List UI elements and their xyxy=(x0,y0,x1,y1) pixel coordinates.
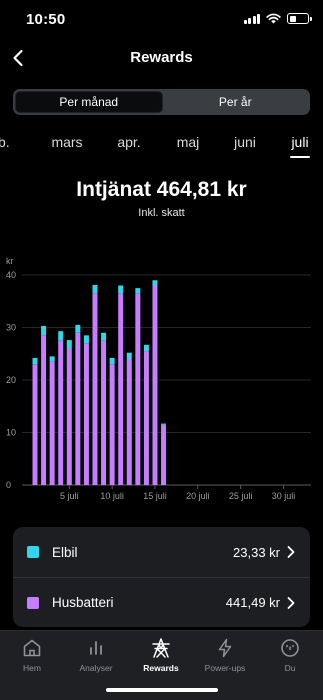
rewards-tower-icon xyxy=(152,638,170,658)
daily-rewards-chart: kr 0 10 20 30 40 5 juli 10 juli 15 juli 20 juli 25… xyxy=(6,256,311,501)
month-feb[interactable]: feb. xyxy=(0,134,10,150)
bar-husbatteri xyxy=(109,364,115,485)
husbatteri-color-swatch xyxy=(27,596,39,609)
bar-elbil xyxy=(152,280,158,286)
tab-power-ups[interactable]: Power-ups xyxy=(193,637,257,673)
y-axis-unit-label: kr xyxy=(6,256,14,266)
wifi-icon xyxy=(266,13,281,24)
x-tick-label: 30 juli xyxy=(272,491,296,501)
bar-husbatteri xyxy=(152,285,158,485)
month-juni[interactable]: juni xyxy=(234,134,256,150)
bar-husbatteri xyxy=(75,332,81,485)
bar-elbil xyxy=(66,340,72,349)
bar-husbatteri xyxy=(135,293,141,485)
status-bar: 10:50 xyxy=(0,0,323,40)
breakdown-value: 23,33 kr xyxy=(233,544,280,560)
per-year-segment[interactable]: Per år xyxy=(163,91,309,113)
per-month-segment[interactable]: Per månad xyxy=(15,91,163,113)
bar-husbatteri xyxy=(58,340,64,485)
bar-husbatteri xyxy=(118,293,124,485)
tab-rewards[interactable]: Rewards xyxy=(129,637,193,673)
bar-elbil xyxy=(109,357,115,365)
bar-elbil xyxy=(143,344,149,352)
tab-label: Analyser xyxy=(79,663,113,673)
earned-total: Intjänat 464,81 kr xyxy=(76,178,247,201)
bar-elbil xyxy=(83,335,89,344)
bar-elbil xyxy=(101,332,107,341)
bar-husbatteri xyxy=(66,348,72,485)
x-tick-label: 15 juli xyxy=(143,491,167,501)
status-icons xyxy=(243,13,312,24)
page-title: Rewards xyxy=(130,49,193,66)
y-tick-label: 30 xyxy=(6,323,16,333)
x-tick-label: 25 juli xyxy=(229,491,253,501)
lightning-icon xyxy=(218,638,232,658)
bar-elbil xyxy=(135,288,141,294)
y-tick-label: 40 xyxy=(6,270,16,280)
bar-husbatteri xyxy=(83,343,89,485)
month-juli[interactable]: juli xyxy=(291,134,308,150)
x-tick-label: 20 juli xyxy=(186,491,210,501)
y-tick-label: 0 xyxy=(6,480,11,490)
tab-analyser[interactable]: Analyser xyxy=(64,637,128,673)
bar-elbil xyxy=(75,324,81,333)
header: Rewards xyxy=(0,40,323,76)
bar-elbil xyxy=(58,331,64,341)
tax-note: Inkl. skatt xyxy=(138,207,185,219)
bar-husbatteri xyxy=(41,335,47,485)
bar-elbil xyxy=(126,352,132,359)
bar-elbil xyxy=(41,325,47,336)
chevron-right-icon xyxy=(287,546,295,558)
analytics-icon xyxy=(90,641,102,655)
breakdown-row-elbil[interactable]: Elbil 23,33 kr xyxy=(13,527,310,577)
bar-husbatteri xyxy=(49,361,55,485)
chevron-right-icon xyxy=(287,596,295,609)
bar-husbatteri xyxy=(143,351,149,485)
elbil-color-swatch xyxy=(27,546,39,558)
breakdown-label: Husbatteri xyxy=(52,595,114,610)
bar-husbatteri xyxy=(101,340,107,485)
bar-husbatteri xyxy=(32,364,38,485)
tab-label: Power-ups xyxy=(204,663,246,673)
bar-elbil xyxy=(32,357,38,365)
breakdown-value: 441,49 kr xyxy=(225,595,280,610)
y-tick-label: 20 xyxy=(6,375,16,385)
x-tick-label: 10 juli xyxy=(100,491,124,501)
bar-elbil xyxy=(49,356,55,362)
tab-label: Rewards xyxy=(143,663,179,673)
bar-husbatteri xyxy=(92,293,98,485)
home-icon xyxy=(23,639,41,657)
breakdown-row-husbatteri[interactable]: Husbatteri 441,49 kr xyxy=(13,577,310,627)
tab-label: Du xyxy=(284,663,296,673)
tab-du[interactable]: Du xyxy=(258,637,322,673)
month-selector: feb. mars apr. maj juni juli xyxy=(0,132,323,162)
month-mars[interactable]: mars xyxy=(51,134,82,150)
tab-label: Hem xyxy=(23,663,41,673)
bar-husbatteri xyxy=(161,424,167,485)
period-segmented-control: Per månad Per år xyxy=(13,89,310,115)
bar-elbil xyxy=(118,285,124,294)
active-month-underline xyxy=(290,156,310,158)
bar-elbil xyxy=(92,284,98,294)
month-apr[interactable]: apr. xyxy=(117,134,140,150)
month-maj[interactable]: maj xyxy=(177,134,200,150)
status-time: 10:50 xyxy=(26,11,66,28)
y-tick-label: 10 xyxy=(6,428,16,438)
rewards-breakdown-card: Elbil 23,33 kr Husbatteri 441,49 kr xyxy=(13,527,310,627)
breakdown-label: Elbil xyxy=(52,544,78,560)
x-tick-label: 5 juli xyxy=(60,491,79,501)
cellular-signal-icon xyxy=(243,13,260,24)
battery-icon xyxy=(287,13,312,24)
home-indicator xyxy=(106,688,218,692)
profile-icon xyxy=(281,639,299,657)
tab-hem[interactable]: Hem xyxy=(0,637,64,673)
bar-elbil xyxy=(161,423,167,425)
bar-husbatteri xyxy=(126,359,132,485)
